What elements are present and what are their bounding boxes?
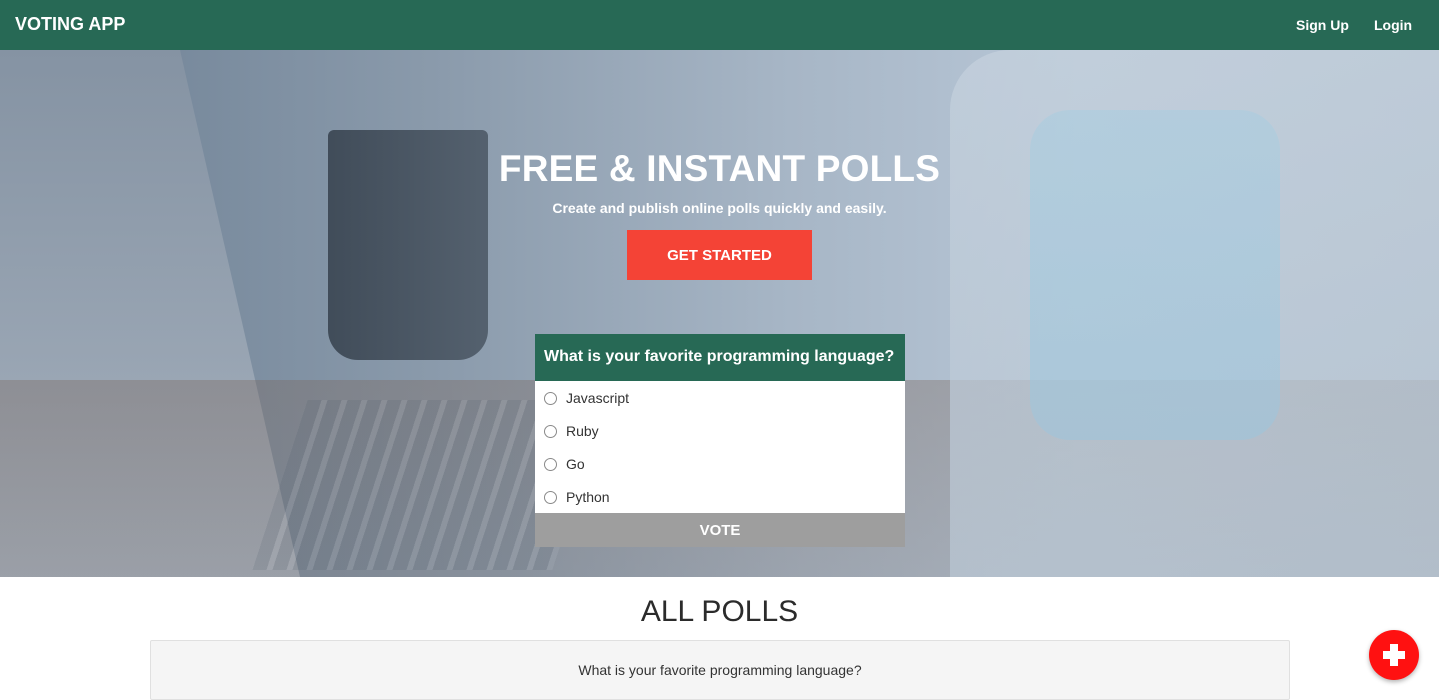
poll-option-label: Javascript: [566, 390, 630, 406]
poll-option-label: Ruby: [566, 423, 599, 439]
poll-question: What is your favorite programming langua…: [535, 334, 905, 381]
radio-icon[interactable]: [544, 424, 557, 438]
all-polls-heading: ALL POLLS: [640, 595, 799, 628]
add-poll-button[interactable]: [1369, 630, 1419, 680]
poll-option-label: Go: [566, 456, 585, 472]
poll-option-go[interactable]: Go: [544, 456, 585, 472]
hero-subtitle: Create and publish online polls quickly …: [552, 200, 887, 216]
login-link[interactable]: Login: [1374, 17, 1412, 33]
radio-icon[interactable]: [544, 490, 557, 504]
radio-icon[interactable]: [544, 391, 557, 405]
featured-poll-card: What is your favorite programming langua…: [535, 334, 905, 547]
poll-option-python[interactable]: Python: [544, 489, 610, 505]
brand-logo[interactable]: VOTING APP: [15, 14, 125, 35]
navbar: VOTING APP Sign Up Login: [0, 0, 1439, 50]
poll-option-ruby[interactable]: Ruby: [544, 423, 599, 439]
radio-icon[interactable]: [544, 457, 557, 471]
hero-section: FREE & INSTANT POLLS Create and publish …: [0, 50, 1439, 577]
plus-icon: [1383, 644, 1405, 666]
vote-button[interactable]: VOTE: [535, 513, 905, 547]
poll-option-label: Python: [566, 489, 610, 505]
hero-title: FREE & INSTANT POLLS: [498, 148, 941, 189]
signup-link[interactable]: Sign Up: [1296, 17, 1349, 33]
get-started-button[interactable]: GET STARTED: [627, 230, 812, 280]
poll-list-item[interactable]: What is your favorite programming langua…: [150, 640, 1290, 700]
poll-option-javascript[interactable]: Javascript: [544, 390, 629, 406]
